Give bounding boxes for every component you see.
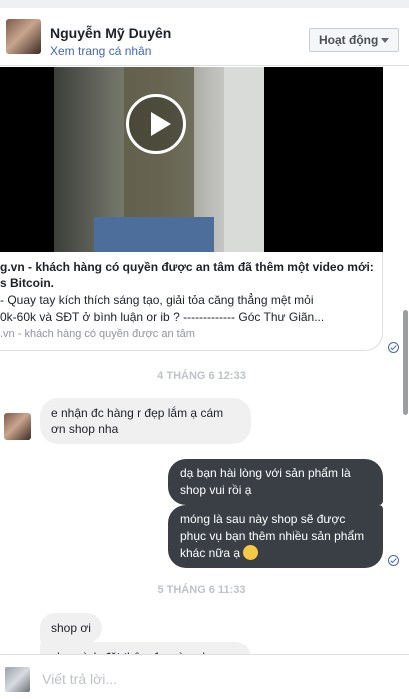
incoming-message: shop ơi (40, 613, 102, 643)
thumbnail-jeans (94, 217, 214, 252)
conversation-scrollbar[interactable] (403, 310, 408, 415)
sender-avatar[interactable] (4, 413, 31, 440)
chevron-down-icon (381, 38, 389, 43)
conversation-header: Nguyễn Mỹ Duyên Xem trang cá nhân Hoạt đ… (0, 0, 409, 66)
reply-bar (0, 654, 409, 699)
shared-post-subtitle: s Bitcoin. (0, 276, 55, 290)
message-timestamp: 5 THÁNG 6 11:33 (157, 584, 246, 596)
seen-check-icon (388, 555, 399, 566)
user-avatar[interactable] (6, 19, 41, 54)
outgoing-message: dạ bạn hài lòng với sản phẩm là shop vui… (168, 459, 383, 505)
page-avatar (5, 667, 30, 692)
shared-video-player[interactable] (0, 67, 383, 252)
user-name[interactable]: Nguyễn Mỹ Duyên (50, 25, 171, 41)
status-label: Hoạt động (319, 33, 379, 47)
message-timestamp: 4 THÁNG 6 12:33 (157, 370, 246, 382)
outgoing-message: móng là sau này shop sẽ được phục vụ bạn… (168, 505, 383, 568)
view-profile-link[interactable]: Xem trang cá nhân (50, 44, 151, 58)
shared-post-description: - Quay tay kích thích sáng tạo, giải tỏa… (0, 293, 325, 324)
reply-input[interactable] (40, 667, 384, 691)
shared-post-title: g.vn - khách hàng có quyền được an tâm đ… (0, 260, 374, 274)
shared-post-card[interactable]: g.vn - khách hàng có quyền được an tâm đ… (0, 252, 383, 351)
shared-post-source: .vn - khách hàng có quyền được an tâm (0, 328, 195, 340)
play-icon[interactable] (126, 94, 186, 154)
thumbnail-door (224, 67, 264, 252)
message-text: móng là sau này shop sẽ được phục vụ bạn… (180, 512, 365, 560)
seen-check-icon (388, 342, 399, 353)
incoming-message: e nhận đc hàng r đẹp lắm ạ cám ơn shop n… (40, 398, 251, 444)
smiling-face-icon (243, 545, 259, 560)
status-dropdown-button[interactable]: Hoạt động (309, 28, 399, 52)
